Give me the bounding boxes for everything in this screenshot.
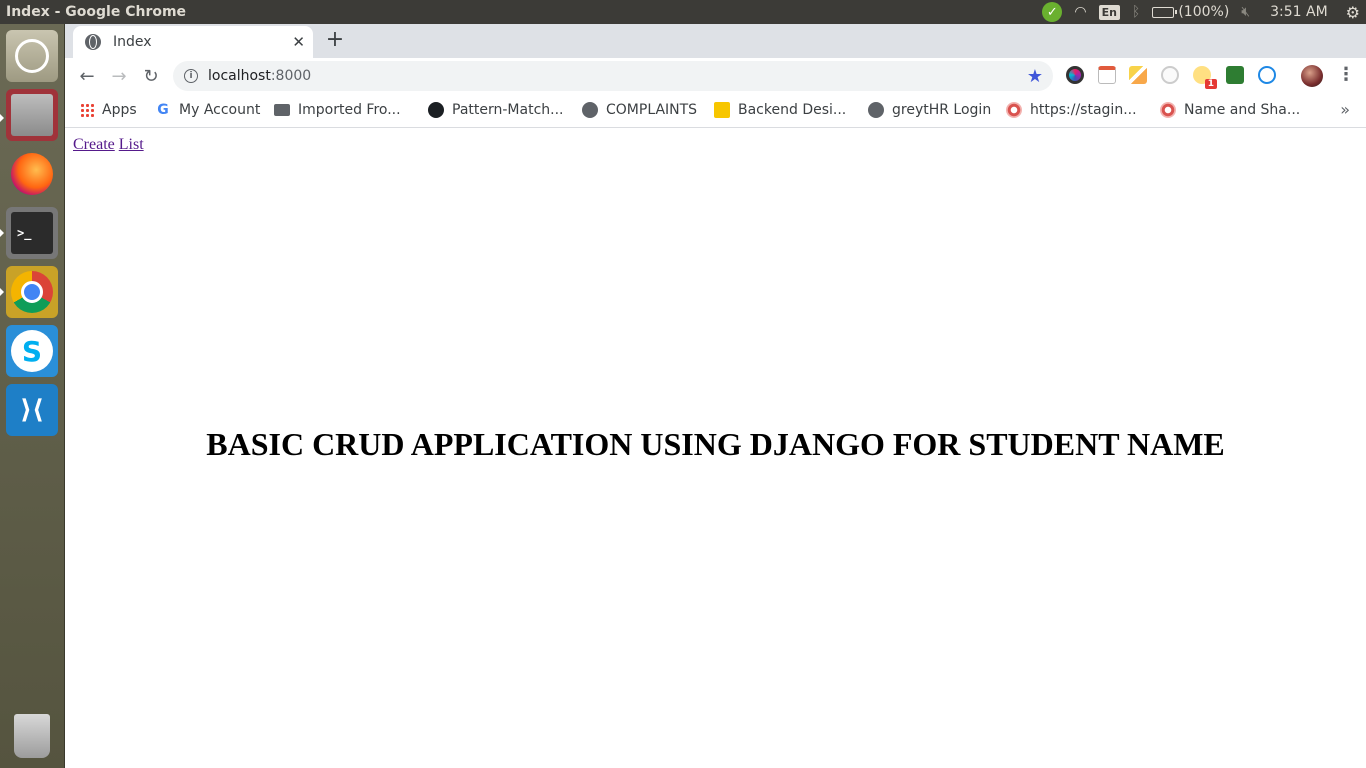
bookmark-label: https://stagin... [1030, 102, 1137, 118]
bookmark-backend-design[interactable]: Backend Desi... [714, 94, 846, 126]
globe-icon [85, 34, 101, 50]
timer-extension-icon[interactable] [1161, 66, 1179, 84]
trash-launcher[interactable] [6, 710, 58, 762]
color-picker-extension-icon[interactable] [1066, 66, 1084, 84]
tab-strip: Index ✕ + [65, 24, 1366, 58]
calendar-extension-icon[interactable] [1098, 66, 1116, 84]
page-nav: Create List [73, 136, 148, 154]
bookmarks-overflow-icon[interactable]: » [1340, 100, 1350, 119]
system-tray: ✓ ◠ En ᛒ (100%) 🔇︎ 3:51 AM ⚙ [1030, 0, 1366, 24]
firefox-launcher[interactable] [6, 148, 58, 200]
folder-icon [274, 104, 290, 116]
url-host: localhost [208, 68, 271, 84]
update-check-icon[interactable]: ✓ [1042, 2, 1063, 22]
ubuntu-dash-button[interactable] [6, 30, 58, 82]
skype-launcher[interactable]: S [6, 325, 58, 377]
forward-button[interactable]: → [105, 62, 133, 90]
page-heading: BASIC CRUD APPLICATION USING DJANGO FOR … [206, 426, 1225, 462]
chrome-icon [11, 271, 53, 313]
bookmark-label: Imported Fro... [298, 102, 401, 118]
chrome-launcher[interactable] [6, 266, 58, 318]
battery-icon [1152, 6, 1178, 18]
url-text: localhost:8000 [208, 68, 311, 84]
notes-extension-icon[interactable] [1129, 66, 1147, 84]
slides-icon [714, 102, 730, 118]
chrome-window: Index ✕ + ← → ↻ i localhost:8000 ★ 1 ⋮ A… [65, 24, 1366, 768]
tab-index[interactable]: Index ✕ [73, 26, 313, 58]
bookmark-apps[interactable]: Apps [80, 94, 137, 126]
bookmark-label: greytHR Login [892, 102, 992, 118]
reload-button[interactable]: ↻ [137, 62, 165, 90]
wifi-icon[interactable]: ◠ [1074, 4, 1086, 20]
battery-indicator[interactable]: (100%) [1152, 4, 1229, 20]
clock[interactable]: 3:51 AM [1270, 4, 1328, 20]
refresh-extension-icon[interactable] [1258, 66, 1276, 84]
profile-avatar[interactable] [1301, 65, 1323, 87]
ubuntu-logo-icon [15, 39, 49, 73]
flower-icon [1006, 102, 1022, 118]
launcher: >_ S ⟩⟨ [0, 24, 65, 768]
bluetooth-icon[interactable]: ᛒ [1132, 4, 1140, 20]
google-icon: G [157, 102, 169, 118]
sheets-extension-icon[interactable] [1226, 66, 1244, 84]
top-panel: Index - Google Chrome ✓ ◠ En ᛒ (100%) 🔇︎… [0, 0, 1366, 24]
bookmarks-bar: Apps G My Account Imported Fro... Patter… [65, 94, 1366, 128]
battery-percent: (100%) [1178, 4, 1230, 20]
bookmark-label: COMPLAINTS [606, 102, 698, 118]
bookmark-label: Pattern-Match... [452, 102, 564, 118]
site-info-icon[interactable]: i [184, 69, 198, 83]
bookmark-label: Backend Desi... [738, 102, 847, 118]
running-indicator [0, 114, 4, 122]
file-cabinet-icon [11, 94, 53, 136]
firefox-icon [11, 153, 53, 195]
vscode-launcher[interactable]: ⟩⟨ [6, 384, 58, 436]
back-button[interactable]: ← [73, 62, 101, 90]
terminal-icon: >_ [11, 212, 53, 254]
browser-toolbar: ← → ↻ i localhost:8000 ★ 1 ⋮ [65, 58, 1366, 94]
settings-gear-icon[interactable]: ⚙ [1346, 3, 1360, 22]
bookmark-label: Apps [102, 102, 137, 118]
create-link[interactable]: Create [73, 136, 115, 153]
bookmark-staging[interactable]: https://stagin... [1006, 94, 1137, 126]
keyboard-layout-indicator[interactable]: En [1098, 4, 1120, 20]
volume-muted-icon[interactable]: 🔇︎ [1241, 4, 1250, 20]
trash-icon [14, 714, 50, 758]
list-link[interactable]: List [119, 136, 144, 153]
bookmark-my-account[interactable]: G My Account [155, 94, 260, 126]
new-tab-button[interactable]: + [323, 29, 347, 53]
bookmark-name-and-share[interactable]: Name and Sha... [1160, 94, 1300, 126]
bookmark-label: My Account [179, 102, 261, 118]
close-tab-icon[interactable]: ✕ [292, 33, 305, 51]
tab-title: Index [113, 34, 152, 50]
address-bar[interactable]: i localhost:8000 ★ [173, 61, 1053, 91]
flower-icon [1160, 102, 1176, 118]
running-indicator [0, 229, 4, 237]
terminal-launcher[interactable]: >_ [6, 207, 58, 259]
extension-badge: 1 [1204, 79, 1217, 89]
bookmark-imported-from[interactable]: Imported Fro... [274, 94, 401, 126]
globe-icon [582, 102, 598, 118]
files-launcher[interactable] [6, 89, 58, 141]
bookmark-complaints[interactable]: COMPLAINTS [582, 94, 697, 126]
bookmark-label: Name and Sha... [1184, 102, 1301, 118]
page-content: Create List BASIC CRUD APPLICATION USING … [65, 128, 1366, 768]
running-indicator [0, 288, 4, 296]
vscode-icon: ⟩⟨ [20, 395, 44, 425]
bookmark-greythr-login[interactable]: greytHR Login [868, 94, 991, 126]
skype-icon: S [11, 330, 53, 372]
globe-icon [868, 102, 884, 118]
github-icon [428, 102, 444, 118]
url-port: :8000 [270, 68, 312, 84]
lightbulb-extension-icon[interactable]: 1 [1193, 66, 1217, 89]
window-title: Index - Google Chrome [6, 4, 187, 20]
bookmark-star-icon[interactable]: ★ [1027, 66, 1043, 87]
bookmark-pattern-matching[interactable]: Pattern-Match... [428, 94, 564, 126]
chrome-menu-icon[interactable]: ⋮ [1337, 64, 1355, 85]
apps-grid-icon [80, 103, 94, 117]
